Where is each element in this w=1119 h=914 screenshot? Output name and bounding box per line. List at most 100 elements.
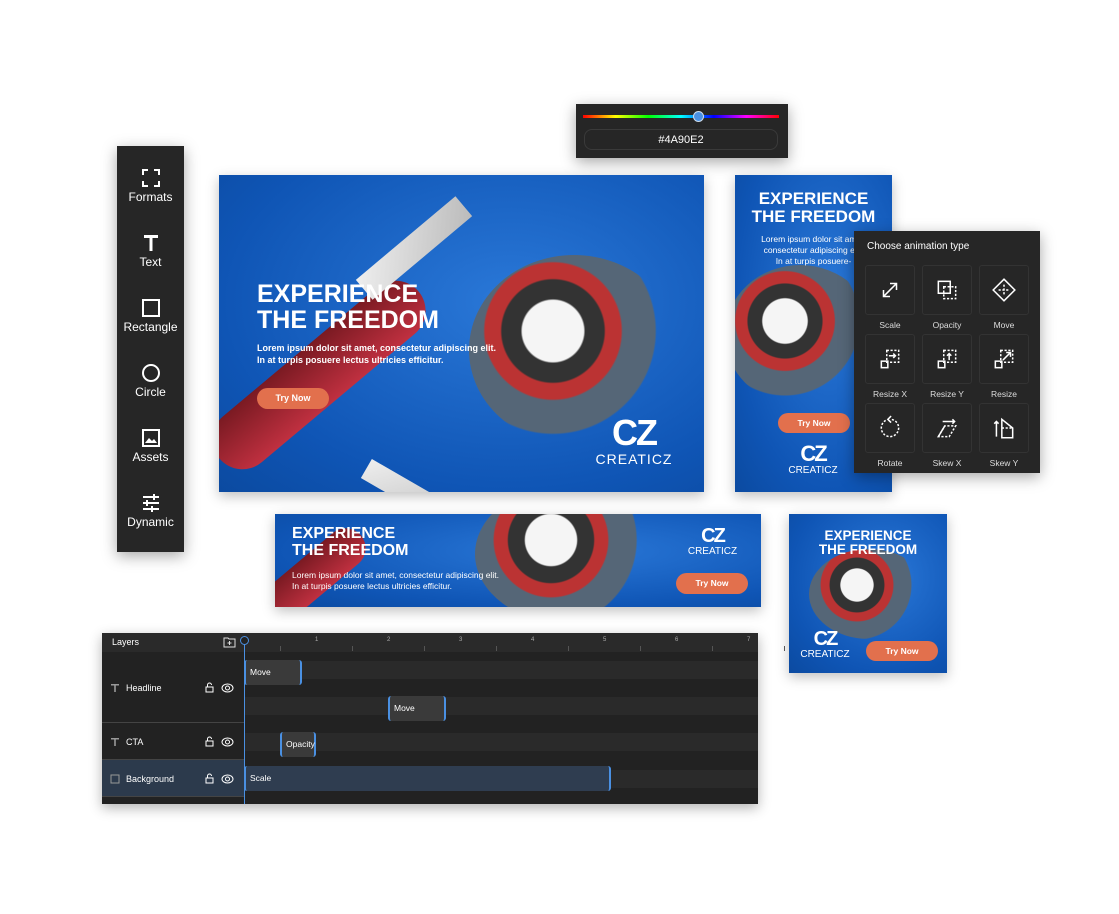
eye-icon[interactable] (221, 683, 234, 693)
half-tick (352, 646, 353, 651)
time-tick: 7 (747, 637, 751, 643)
animation-clip[interactable]: Opacity (280, 732, 316, 757)
animation-label: Resize (991, 389, 1017, 399)
logo-mark: CZ (701, 525, 726, 547)
playhead[interactable] (244, 637, 245, 804)
layer-row[interactable]: CTA (102, 723, 244, 760)
tool-label: Formats (128, 190, 173, 204)
banner-large[interactable]: EXPERIENCE THE FREEDOM Lorem ipsum dolor… (219, 175, 704, 492)
animation-rotate-button[interactable] (865, 403, 915, 453)
layer-name: Headline (126, 682, 162, 693)
lock-icon[interactable] (205, 773, 214, 784)
half-tick (280, 646, 281, 651)
add-folder-icon[interactable] (223, 636, 236, 648)
animation-label: Scale (879, 320, 901, 330)
text-layer-icon (111, 683, 119, 692)
skew-x-icon (936, 418, 958, 438)
animation-skew-y-button[interactable] (979, 403, 1029, 453)
eye-icon[interactable] (221, 774, 234, 784)
eye-icon[interactable] (221, 737, 234, 747)
body-text: Lorem ipsum dolor sit amet, consectetur … (257, 343, 497, 353)
animation-resize-button[interactable] (979, 334, 1029, 384)
body-text: In at turpis posuere lectus ultricies ef… (292, 581, 453, 592)
hue-slider-handle[interactable] (693, 111, 704, 122)
resize-x-icon (880, 349, 900, 369)
tool-circle[interactable]: Circle (117, 363, 184, 423)
animation-opacity-button[interactable] (922, 265, 972, 315)
hue-slider[interactable] (583, 115, 779, 118)
logo-text: CREATICZ (687, 546, 738, 557)
logo-mark: CZ (612, 412, 658, 453)
time-tick: 1 (315, 637, 319, 643)
timeline-lane (244, 661, 758, 679)
circle-icon (141, 364, 160, 382)
logo-text: CREATICZ (800, 649, 850, 660)
headline: THE FREEDOM (818, 542, 918, 558)
layer-row[interactable]: Background (102, 760, 244, 797)
tool-label: Dynamic (127, 515, 174, 529)
half-tick (568, 646, 569, 651)
animation-label: Skew X (932, 458, 962, 468)
logo-mark: CZ (800, 441, 827, 466)
hex-input[interactable]: #4A90E2 (584, 129, 778, 150)
rotate-icon (880, 415, 900, 438)
image-layer-icon (110, 774, 120, 783)
animation-scale-button[interactable] (865, 265, 915, 315)
tool-formats[interactable]: Formats (117, 168, 184, 228)
layer-row[interactable]: Headline (102, 652, 244, 723)
lock-icon[interactable] (205, 736, 214, 747)
animation-label: Rotate (877, 458, 903, 468)
logo-mark: CZ (813, 628, 839, 650)
layer-name: Background (126, 773, 175, 784)
skydivers-image (475, 514, 665, 607)
tool-rectangle[interactable]: Rectangle (117, 298, 184, 358)
cta-button[interactable]: Try Now (257, 388, 329, 409)
half-tick (496, 646, 497, 651)
animation-clip[interactable]: Scale (244, 766, 612, 791)
tool-dynamic[interactable]: Dynamic (117, 493, 184, 553)
time-tick: 6 (675, 637, 679, 643)
animation-label: Move (993, 320, 1015, 330)
banner-leaderboard[interactable]: EXPERIENCE THE FREEDOM Lorem ipsum dolor… (275, 514, 761, 607)
logo-text: CREATICZ (788, 465, 838, 476)
headline: THE FREEDOM (257, 306, 439, 335)
animation-skew-x-button[interactable] (922, 403, 972, 453)
headline: THE FREEDOM (292, 541, 409, 559)
rectangle-icon (141, 299, 160, 317)
playhead-handle[interactable] (240, 636, 249, 645)
cta-button[interactable]: Try Now (676, 573, 748, 594)
color-picker: #4A90E2 (576, 104, 788, 158)
headline: EXPERIENCE (257, 280, 419, 308)
headline: EXPERIENCE (292, 525, 396, 542)
lock-icon[interactable] (205, 682, 214, 693)
resize-icon (994, 349, 1014, 369)
time-tick: 3 (459, 637, 463, 643)
animation-clip[interactable]: Move (244, 660, 302, 685)
half-tick (784, 646, 785, 651)
cta-button[interactable]: Try Now (778, 413, 850, 433)
timeline-lane (244, 733, 758, 751)
animation-resize-y-button[interactable] (922, 334, 972, 384)
half-tick (424, 646, 425, 651)
text-layer-icon (111, 737, 119, 746)
tool-assets[interactable]: Assets (117, 428, 184, 488)
skew-y-icon (993, 417, 1014, 439)
animation-resize-x-button[interactable] (865, 334, 915, 384)
time-tick: 2 (387, 637, 391, 643)
timeline-lane (244, 697, 758, 715)
tool-label: Text (139, 255, 162, 269)
banner-square[interactable]: EXPERIENCE THE FREEDOM CZ CREATICZ Try N… (789, 514, 947, 673)
body-text: Lorem ipsum dolor sit amet, consectetur … (292, 570, 499, 580)
animation-move-button[interactable] (979, 265, 1029, 315)
sliders-icon (142, 494, 159, 512)
layers-title: Layers (112, 637, 140, 647)
animation-label: Opacity (932, 320, 962, 330)
tool-text[interactable]: Text (117, 233, 184, 293)
tools-sidebar: Formats Text Rectangle Circle Assets Dyn… (117, 146, 184, 552)
animation-label: Resize Y (930, 389, 964, 399)
cta-button[interactable]: Try Now (866, 641, 938, 661)
animation-label: Skew Y (989, 458, 1019, 468)
animation-clip[interactable]: Move (388, 696, 446, 721)
layer-name: CTA (126, 736, 144, 747)
move-icon (992, 278, 1016, 302)
